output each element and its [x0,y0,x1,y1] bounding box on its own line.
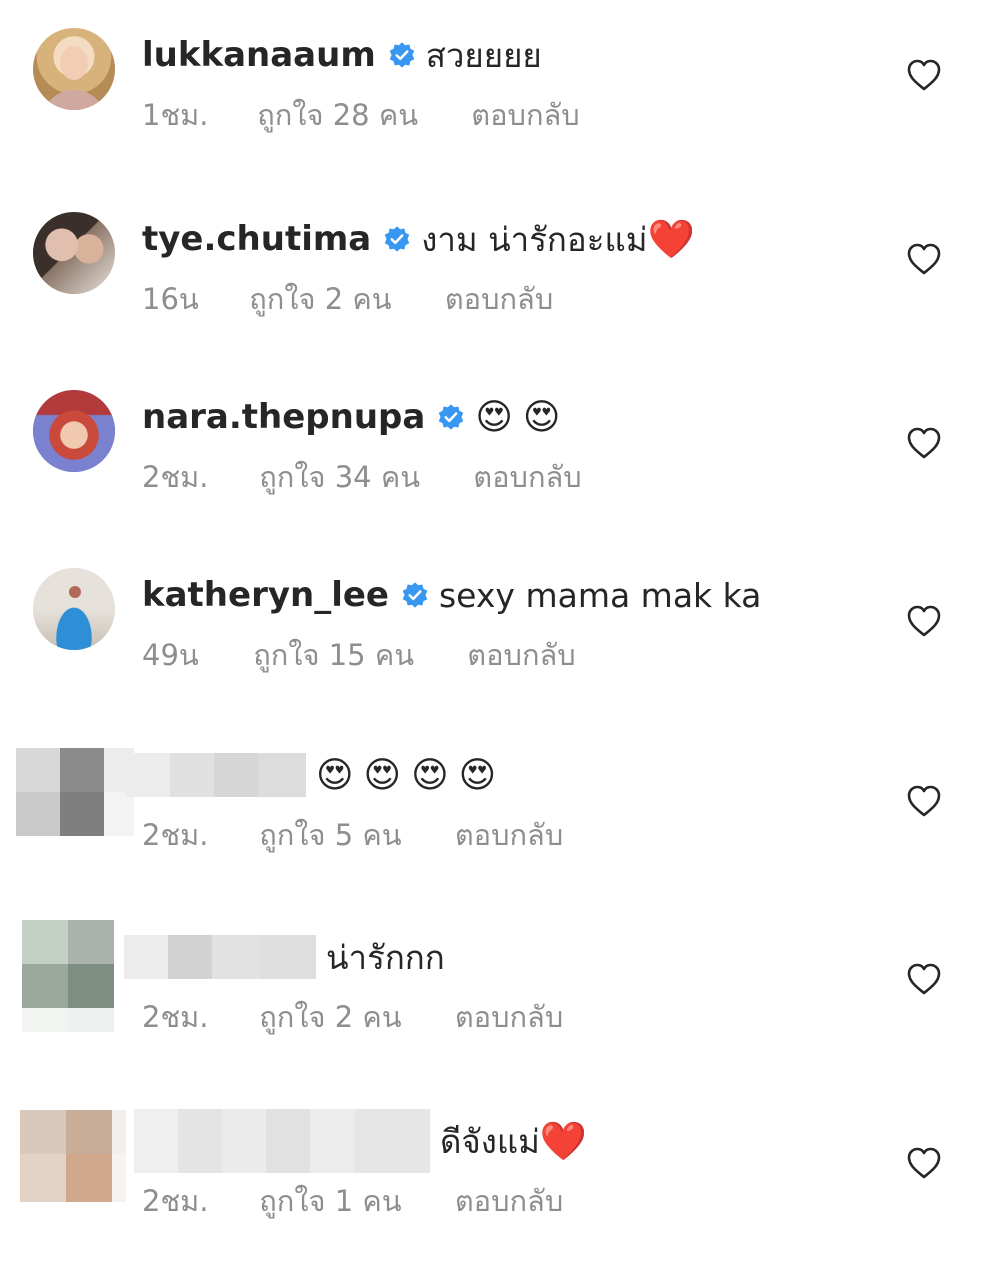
heart-outline-icon[interactable] [906,58,942,92]
reply-button[interactable]: ตอบกลับ [455,994,563,1040]
comment-time: 2ชม. [142,1000,209,1034]
comment-username[interactable]: tye.chutima [142,219,371,259]
comment-item: lukkanaaum สวยยยย 1ชม. ถูกใจ 28 คน ตอบกล… [0,28,1000,178]
username-blurred[interactable] [124,935,316,979]
avatar-pixelated[interactable] [20,1110,126,1202]
comment-likes-count[interactable]: ถูกใจ 15 คน [253,632,414,678]
comment-likes-count[interactable]: ถูกใจ 28 คน [257,92,418,138]
comment-text: ดีจังแม่ [440,1121,540,1161]
comment-username[interactable]: katheryn_lee [142,575,389,615]
reply-button[interactable]: ตอบกลับ [445,276,553,322]
heart-outline-icon[interactable] [906,1146,942,1180]
comment-likes-count[interactable]: ถูกใจ 2 คน [249,276,391,322]
comment-likes-count[interactable]: ถูกใจ 34 คน [259,454,420,500]
comment-time: 2ชม. [142,460,209,494]
heart-eyes-emoji: 😍 [522,396,561,438]
comment-likes-count[interactable]: ถูกใจ 1 คน [259,1178,401,1224]
verified-badge-icon [384,226,410,252]
heart-eyes-emoji: 😍 [458,754,497,796]
red-heart-emoji: ❤️ [647,216,695,261]
heart-outline-icon[interactable] [906,962,942,996]
comment-time: 1ชม. [142,98,209,132]
red-heart-emoji: ❤️ [539,1118,588,1163]
comment-text: sexy mama mak ka [438,575,762,615]
comment-likes-count[interactable]: ถูกใจ 5 คน [259,812,401,858]
reply-button[interactable]: ตอบกลับ [455,812,563,858]
heart-eyes-emoji: 😍 [316,754,354,796]
comment-text: น่ารักกก [326,937,445,977]
comment-item: น่ารักกก 2ชม. ถูกใจ 2 คน ตอบกลับ [0,920,1000,1080]
comment-likes-count[interactable]: ถูกใจ 2 คน [259,994,401,1040]
verified-badge-icon [389,42,414,68]
comment-item: ดีจังแม่ ❤️ 2ชม. ถูกใจ 1 คน ตอบกลับ [0,1109,1000,1264]
heart-outline-icon[interactable] [906,604,942,638]
comment-item: 😍 😍 😍 😍 2ชม. ถูกใจ 5 คน ตอบกลับ [0,748,1000,898]
comment-time: 16น [142,282,199,316]
heart-eyes-emoji: 😍 [363,754,402,796]
comment-text: สวยยยย [425,35,542,75]
avatar-pixelated[interactable] [22,920,114,1032]
avatar-pixelated[interactable] [16,748,134,836]
reply-button[interactable]: ตอบกลับ [455,1178,563,1224]
username-blurred[interactable] [126,753,306,797]
avatar[interactable] [33,390,115,472]
username-blurred[interactable] [134,1109,430,1173]
heart-outline-icon[interactable] [906,242,942,276]
avatar[interactable] [33,28,115,110]
reply-button[interactable]: ตอบกลับ [471,92,579,138]
comment-time: 49น [142,638,199,672]
avatar[interactable] [33,212,115,294]
comment-username[interactable]: lukkanaaum [142,35,376,75]
heart-eyes-emoji: 😍 [411,754,449,796]
comment-username[interactable]: nara.thepnupa [142,397,425,437]
comment-item: katheryn_lee sexy mama mak ka 49น ถูกใจ … [0,568,1000,718]
verified-badge-icon [439,404,464,430]
verified-badge-icon [402,582,428,608]
reply-button[interactable]: ตอบกลับ [473,454,581,500]
comment-item: nara.thepnupa 😍 😍 2ชม. ถูกใจ 34 คน ตอบกล… [0,390,1000,540]
comment-time: 2ชม. [142,1184,209,1218]
comment-text: งาม น่ารักอะแม่ [421,219,648,259]
comment-time: 2ชม. [142,818,209,852]
reply-button[interactable]: ตอบกลับ [467,632,575,678]
heart-outline-icon[interactable] [906,426,942,460]
heart-outline-icon[interactable] [906,784,942,818]
comment-item: tye.chutima งาม น่ารักอะแม่ ❤️ 16น ถูกใจ… [0,212,1000,362]
heart-eyes-emoji: 😍 [475,396,513,438]
avatar[interactable] [33,568,115,650]
